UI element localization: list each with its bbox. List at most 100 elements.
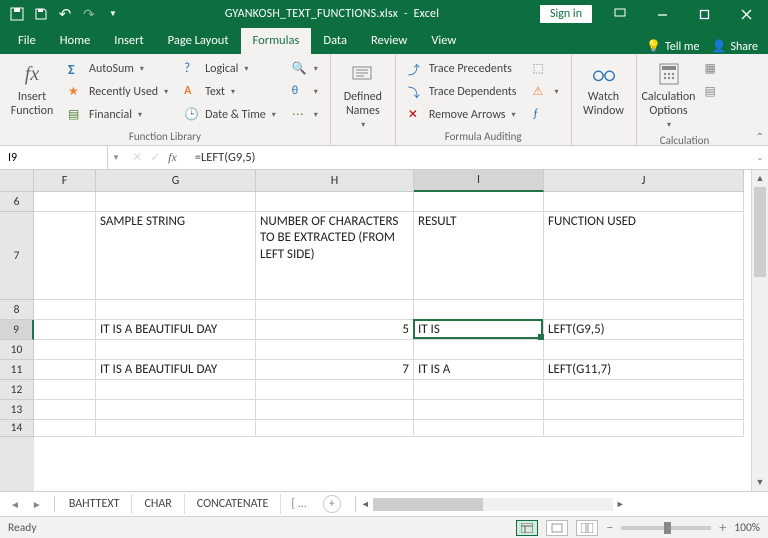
column-header-I[interactable]: I [414, 170, 544, 192]
tab-view[interactable]: View [419, 28, 468, 54]
signin-button[interactable]: Sign in [540, 5, 592, 23]
sheet-tab-char[interactable]: CHAR [132, 494, 184, 514]
cell-F14[interactable] [34, 420, 96, 437]
cell-F10[interactable] [34, 340, 96, 360]
cell-F12[interactable] [34, 380, 96, 400]
math-button[interactable]: θ▾ [286, 81, 324, 103]
column-header-H[interactable]: H [256, 170, 414, 192]
cell-G8[interactable] [96, 300, 256, 320]
zoom-in-button[interactable]: + [719, 519, 726, 536]
cell-F13[interactable] [34, 400, 96, 420]
tab-data[interactable]: Data [311, 28, 359, 54]
recently-used-button[interactable]: ★Recently Used▾ [62, 81, 174, 103]
cell-I10[interactable] [414, 340, 544, 360]
normal-view-button[interactable] [516, 520, 538, 536]
sheet-tab-concatenate[interactable]: CONCATENATE [185, 494, 282, 514]
cell-F7[interactable] [34, 212, 96, 300]
cell-H13[interactable] [256, 400, 414, 420]
cell-J7[interactable]: FUNCTION USED [544, 212, 744, 300]
qat-dropdown-icon[interactable]: ▼ [102, 3, 124, 25]
cell-G9[interactable]: IT IS A BEAUTIFUL DAY [96, 320, 256, 340]
sheet-nav-next[interactable]: ► [32, 498, 42, 511]
vertical-scrollbar[interactable]: ▲ ▼ [751, 170, 768, 491]
scroll-down-icon[interactable]: ▼ [752, 474, 768, 491]
hscroll-left-icon[interactable]: ◄ [358, 499, 373, 510]
sheet-tabs-more[interactable]: [ ... [281, 497, 316, 511]
cell-H6[interactable] [256, 192, 414, 212]
calc-sheet-button[interactable]: ▤ [699, 81, 727, 103]
cell-J6[interactable] [544, 192, 744, 212]
cell-F9[interactable] [34, 320, 96, 340]
name-box[interactable]: I9 [0, 146, 108, 169]
cancel-formula-icon[interactable]: ✕ [132, 150, 142, 165]
calc-now-button[interactable]: ▦ [699, 58, 727, 80]
cell-H12[interactable] [256, 380, 414, 400]
row-header-9[interactable]: 9 [0, 320, 34, 340]
hscroll-thumb[interactable] [373, 498, 483, 511]
ribbon-options-icon[interactable] [606, 0, 634, 28]
column-header-J[interactable]: J [544, 170, 744, 192]
financial-button[interactable]: ▤Financial▾ [62, 104, 174, 126]
zoom-slider[interactable] [621, 526, 711, 530]
close-button[interactable] [732, 0, 760, 28]
page-break-view-button[interactable] [576, 520, 598, 536]
autosum-button[interactable]: ΣAutoSum▾ [62, 58, 174, 80]
tab-review[interactable]: Review [359, 28, 419, 54]
cell-J10[interactable] [544, 340, 744, 360]
row-header-7[interactable]: 7 [0, 212, 34, 300]
show-formulas-button[interactable]: ⬚ [526, 58, 564, 80]
cell-I13[interactable] [414, 400, 544, 420]
cell-G13[interactable] [96, 400, 256, 420]
calc-options-button[interactable]: Calculation Options▾ [643, 56, 695, 134]
cell-J9[interactable]: LEFT(G9,5) [544, 320, 744, 340]
cell-F6[interactable] [34, 192, 96, 212]
datetime-button[interactable]: 🕒Date & Time▾ [178, 104, 282, 126]
cell-J8[interactable] [544, 300, 744, 320]
cell-J14[interactable] [544, 420, 744, 437]
text-button[interactable]: AText▾ [178, 81, 282, 103]
row-header-14[interactable]: 14 [0, 420, 34, 437]
error-check-button[interactable]: ⚠▾ [526, 81, 564, 103]
tab-file[interactable]: File [6, 28, 48, 54]
cell-J12[interactable] [544, 380, 744, 400]
autosave-icon[interactable] [6, 3, 28, 25]
remove-arrows-button[interactable]: ✕Remove Arrows▾ [402, 104, 523, 126]
cell-G10[interactable] [96, 340, 256, 360]
cell-G7[interactable]: SAMPLE STRING [96, 212, 256, 300]
cell-G14[interactable] [96, 420, 256, 437]
hscroll-right-icon[interactable]: ► [613, 499, 628, 510]
cell-G11[interactable]: IT IS A BEAUTIFUL DAY [96, 360, 256, 380]
cell-H8[interactable] [256, 300, 414, 320]
cell-G6[interactable] [96, 192, 256, 212]
save-icon[interactable] [30, 3, 52, 25]
name-box-dropdown[interactable]: ▾ [108, 152, 124, 163]
zoom-value[interactable]: 100% [734, 521, 760, 535]
sheet-tab-bahttext[interactable]: BAHTTEXT [57, 494, 133, 514]
more-functions-button[interactable]: ⋯▾ [286, 104, 324, 126]
row-header-12[interactable]: 12 [0, 380, 34, 400]
row-header-11[interactable]: 11 [0, 360, 34, 380]
add-sheet-button[interactable]: + [323, 495, 341, 513]
cell-I6[interactable] [414, 192, 544, 212]
row-header-13[interactable]: 13 [0, 400, 34, 420]
cell-G12[interactable] [96, 380, 256, 400]
row-header-6[interactable]: 6 [0, 192, 34, 212]
select-all-corner[interactable] [0, 170, 34, 192]
cell-I11[interactable]: IT IS A [414, 360, 544, 380]
cell-I14[interactable] [414, 420, 544, 437]
cell-F8[interactable] [34, 300, 96, 320]
trace-dependents-button[interactable]: ⤵Trace Dependents [402, 81, 523, 103]
fx-icon-small[interactable]: fx [168, 150, 181, 165]
tab-formulas[interactable]: Formulas [241, 28, 312, 54]
grid[interactable]: FGHIJ SAMPLE STRINGNUMBER OF CHARACTERS … [34, 170, 751, 491]
maximize-button[interactable] [690, 0, 718, 28]
cell-F11[interactable] [34, 360, 96, 380]
enter-formula-icon[interactable]: ✓ [150, 150, 160, 165]
sheet-nav-prev[interactable]: ◄ [10, 498, 20, 511]
row-header-8[interactable]: 8 [0, 300, 34, 320]
tab-home[interactable]: Home [48, 28, 103, 54]
redo-icon[interactable]: ↷ [78, 3, 100, 25]
watch-window-button[interactable]: Watch Window [578, 56, 630, 123]
evaluate-button[interactable]: ƒ [526, 104, 564, 126]
trace-precedents-button[interactable]: ⤴Trace Precedents [402, 58, 523, 80]
